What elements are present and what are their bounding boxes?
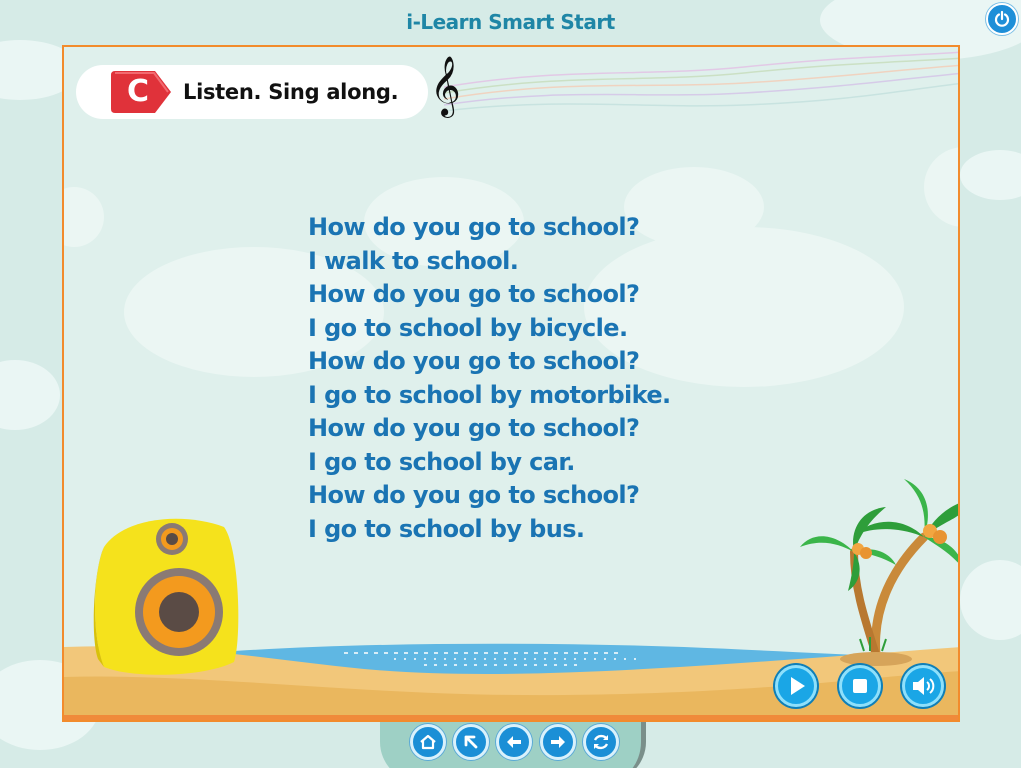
palm-trees-illustration xyxy=(800,479,958,666)
power-button[interactable] xyxy=(986,3,1018,35)
beach-scenery xyxy=(64,479,958,720)
stop-button[interactable] xyxy=(839,665,881,707)
previous-button[interactable] xyxy=(496,724,532,760)
arrow-up-left-icon xyxy=(464,735,478,749)
stop-icon xyxy=(853,679,867,693)
volume-button[interactable] xyxy=(902,665,944,707)
arrow-right-icon xyxy=(551,736,565,748)
next-button[interactable] xyxy=(540,724,576,760)
background-cloud xyxy=(960,560,1021,640)
app-title: i-Learn Smart Start xyxy=(406,10,615,34)
home-button[interactable] xyxy=(410,724,446,760)
refresh-icon xyxy=(593,734,609,750)
activity-stage: C Listen. Sing along. 𝄞 How do you go to… xyxy=(62,45,960,722)
back-to-menu-button[interactable] xyxy=(453,724,489,760)
power-icon xyxy=(994,10,1010,27)
background-cloud xyxy=(960,150,1021,200)
background-cloud xyxy=(0,360,60,430)
home-icon xyxy=(420,734,436,750)
volume-icon xyxy=(913,677,935,695)
replay-button[interactable] xyxy=(583,724,619,760)
arrow-left-icon xyxy=(507,736,521,748)
speaker-illustration xyxy=(93,518,239,675)
play-button[interactable] xyxy=(775,665,817,707)
play-icon xyxy=(791,677,805,695)
